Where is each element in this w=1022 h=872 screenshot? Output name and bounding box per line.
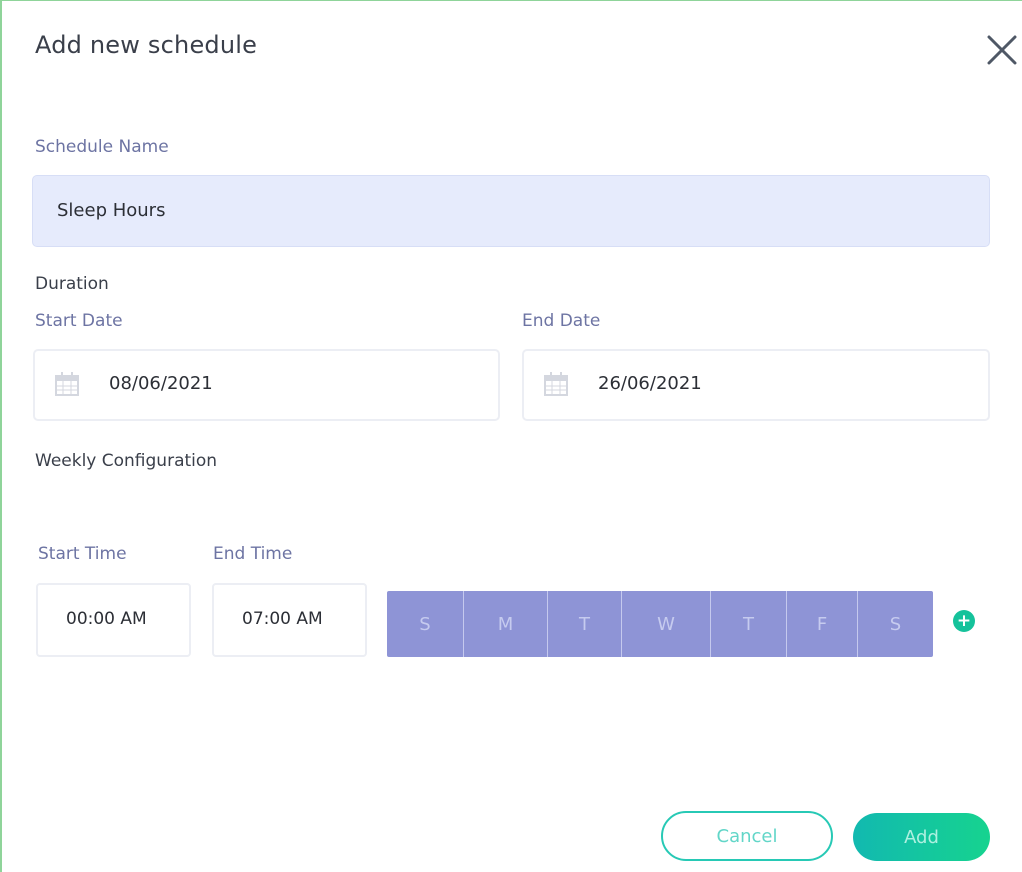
start-date-label: Start Date [35, 311, 123, 331]
end-time-label: End Time [213, 544, 293, 564]
day-monday[interactable]: M [464, 591, 548, 657]
end-date-field[interactable]: 26/06/2021 [522, 349, 990, 421]
day-wednesday[interactable]: W [622, 591, 711, 657]
start-date-value: 08/06/2021 [109, 373, 213, 394]
calendar-icon [55, 372, 79, 396]
day-selector: S M T W T F S [387, 591, 933, 657]
end-date-value: 26/06/2021 [598, 373, 702, 394]
add-schedule-dialog: Add new schedule Schedule Name Sleep Hou… [0, 0, 1022, 872]
close-icon[interactable] [983, 31, 1021, 69]
schedule-name-input[interactable]: Sleep Hours [32, 175, 990, 247]
calendar-icon [544, 372, 568, 396]
add-button[interactable]: Add [853, 813, 990, 861]
day-sunday[interactable]: S [387, 591, 464, 657]
day-thursday[interactable]: T [711, 591, 787, 657]
add-time-slot-icon[interactable]: + [953, 610, 975, 632]
end-date-label: End Date [522, 311, 601, 331]
end-time-input[interactable]: 07:00 AM [212, 583, 367, 657]
start-time-value: 00:00 AM [66, 609, 147, 629]
end-time-value: 07:00 AM [242, 609, 323, 629]
day-tuesday[interactable]: T [548, 591, 622, 657]
day-friday[interactable]: F [787, 591, 858, 657]
weekly-configuration-label: Weekly Configuration [35, 451, 218, 471]
dialog-title: Add new schedule [35, 31, 258, 59]
duration-label: Duration [35, 274, 109, 294]
start-time-label: Start Time [38, 544, 127, 564]
schedule-name-label: Schedule Name [35, 137, 169, 157]
cancel-button[interactable]: Cancel [661, 811, 833, 861]
start-date-field[interactable]: 08/06/2021 [33, 349, 500, 421]
start-time-input[interactable]: 00:00 AM [36, 583, 191, 657]
day-saturday[interactable]: S [858, 591, 933, 657]
